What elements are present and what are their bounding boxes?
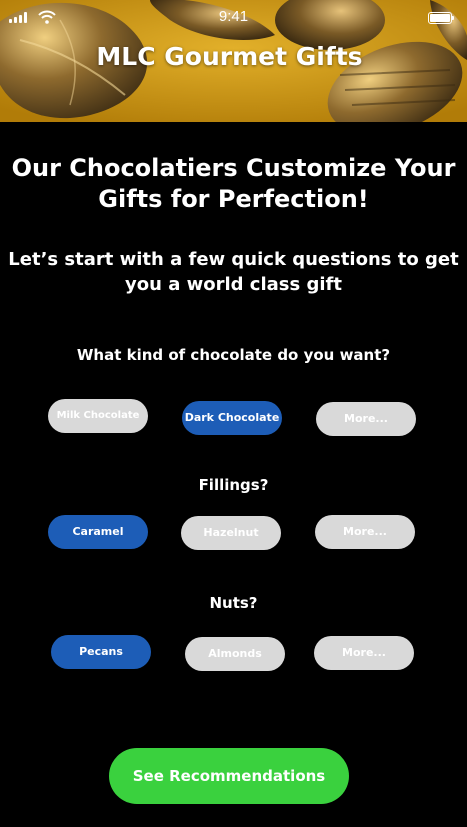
see-recommendations-button[interactable]: See Recommendations: [109, 748, 349, 804]
option-pecans-button[interactable]: Pecans: [51, 635, 151, 669]
subheadline-line: Let’s start with a few quick questions t…: [8, 249, 459, 270]
option-almonds-button[interactable]: Almonds: [185, 637, 285, 671]
page-headline: Our Chocolatiers Customize Your Gifts fo…: [0, 153, 467, 215]
status-bar: 9:41: [0, 0, 467, 34]
option-hazelnut-button[interactable]: Hazelnut: [181, 516, 281, 550]
question-nuts: Nuts?: [209, 594, 258, 612]
app-title: MLC Gourmet Gifts: [96, 42, 363, 71]
option-chocolate-more-button[interactable]: More...: [316, 402, 416, 436]
battery-icon: [428, 12, 454, 24]
question-chocolate-type: What kind of chocolate do you want?: [76, 346, 391, 364]
option-fillings-more-button[interactable]: More...: [315, 515, 415, 549]
status-time: 9:41: [218, 8, 249, 25]
option-nuts-more-button[interactable]: More...: [314, 636, 414, 670]
headline-line: Gifts for Perfection!: [98, 185, 369, 213]
header-banner: 9:41 MLC Gourmet Gifts: [0, 0, 467, 122]
option-dark-chocolate-button[interactable]: Dark Chocolate: [182, 401, 282, 435]
headline-line: Our Chocolatiers Customize Your: [11, 154, 456, 182]
page-subheadline: Let’s start with a few quick questions t…: [0, 247, 467, 297]
subheadline-line: you a world class gift: [125, 274, 342, 295]
option-milk-chocolate-button[interactable]: Milk Chocolate: [48, 399, 148, 433]
question-fillings: Fillings?: [198, 476, 269, 494]
option-caramel-button[interactable]: Caramel: [48, 515, 148, 549]
